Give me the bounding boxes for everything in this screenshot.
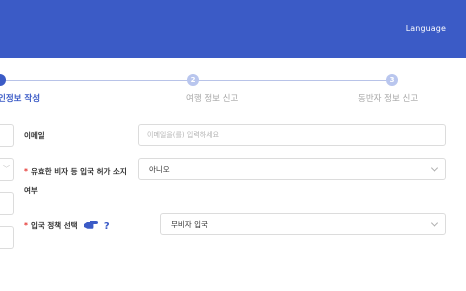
question-icon[interactable]: ?	[104, 221, 110, 232]
required-mark: *	[24, 221, 28, 230]
left-field-stub-2[interactable]	[0, 192, 14, 215]
language-menu[interactable]: Language	[406, 24, 446, 33]
visa-label: * 유효한 비자 등 입국 허가 소지	[24, 166, 127, 177]
step-2-label[interactable]: 여행 정보 신고	[186, 92, 238, 104]
visa-label-line2: 여부	[24, 186, 38, 195]
chevron-down-icon	[430, 219, 439, 227]
visa-select-value: 아니오	[149, 164, 170, 174]
step-3-dot: 3	[386, 74, 398, 86]
chevron-down-icon: ﹀	[3, 165, 10, 173]
header-bar: Language	[0, 0, 466, 58]
step-3-label[interactable]: 동반자 정보 신고	[358, 92, 418, 104]
email-label: 이메일	[24, 131, 45, 140]
step-1-label[interactable]: 인정보 작성	[0, 92, 40, 104]
step-1-dot	[0, 74, 6, 86]
chevron-down-icon	[430, 164, 439, 172]
required-mark: *	[24, 167, 28, 176]
left-field-stub-1[interactable]	[0, 124, 14, 147]
hand-pointing-icon	[84, 220, 99, 232]
email-input[interactable]: 이메일을(를) 입력하세요	[138, 124, 446, 146]
entry-policy-label-text: 입국 정책 선택	[30, 221, 78, 230]
entry-policy-select-value: 무비자 입국	[171, 219, 208, 229]
step-2-dot: 2	[187, 74, 199, 86]
left-field-stub-3[interactable]	[0, 226, 14, 249]
page: Language 2 3 인정보 작성 여행 정보 신고 동반자 정보 신고 ﹀…	[0, 0, 466, 291]
visa-label-text: 유효한 비자 등 입국 허가 소지	[30, 167, 127, 176]
entry-policy-select[interactable]: 무비자 입국	[160, 213, 446, 235]
visa-select[interactable]: 아니오	[138, 158, 446, 180]
entry-policy-label: * 입국 정책 선택 ?	[24, 220, 110, 232]
